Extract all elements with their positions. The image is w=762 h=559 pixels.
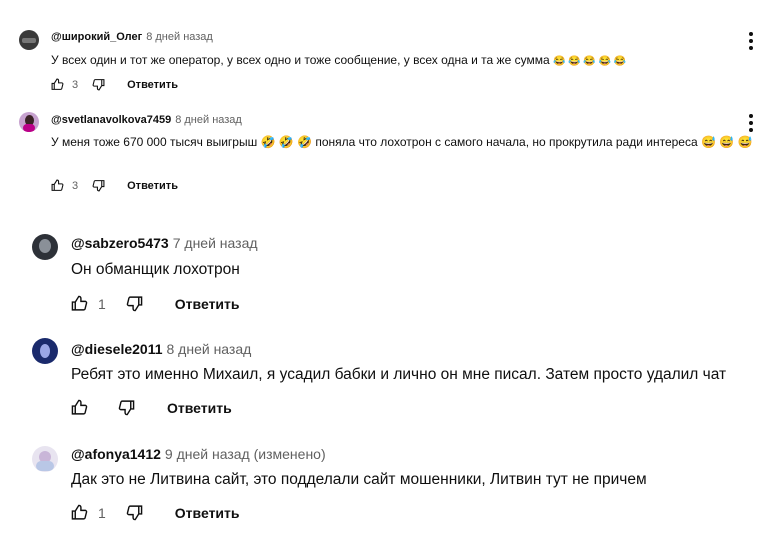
comment: @sabzero5473 7 дней назад Он обманщик лох… [0,220,762,325]
like-button[interactable]: 3 [51,78,78,91]
timestamp[interactable]: 8 дней назад [167,341,252,357]
like-count: 1 [98,504,106,521]
like-button[interactable]: 3 [51,179,78,192]
like-count: 3 [72,78,79,91]
timestamp[interactable]: 9 дней назад (изменено) [165,446,326,462]
action-bar: 3 Ответить [51,78,178,91]
comment-header: @diesele2011 8 дней назад [71,341,251,357]
avatar[interactable] [32,234,58,260]
action-bar: 3 Ответить [51,179,178,192]
like-button[interactable]: 1 [71,295,106,312]
reply-button[interactable]: Ответить [127,79,178,91]
dislike-icon[interactable] [92,78,105,91]
comment-header: @svetlanavolkova7459 8 дней назад [51,114,242,126]
comment-text: Ребят это именно Михаил, я усадил бабки … [71,366,727,383]
comment-header: @afonya1412 9 дней назад (изменено) [71,446,326,462]
like-icon [71,504,88,520]
like-count: 3 [72,179,79,192]
dislike-icon[interactable] [126,504,143,521]
comment: @diesele2011 8 дней назад Ребят это именн… [0,325,762,430]
avatar[interactable] [19,30,39,50]
timestamp[interactable]: 7 дней назад [173,235,258,251]
like-button[interactable]: 1 [71,504,106,521]
author-name[interactable]: @sabzero5473 [71,235,169,251]
like-icon [51,179,64,191]
more-vert-icon[interactable] [749,32,753,53]
author-name[interactable]: @afonya1412 [71,446,161,462]
dislike-icon[interactable] [118,399,135,416]
author-name[interactable]: @svetlanavolkova7459 [51,114,171,126]
reply-button[interactable]: Ответить [127,180,178,192]
comment-text: У всех один и тот же оператор, у всех од… [51,53,627,67]
action-bar: 1 Ответить [71,504,240,521]
reply-button[interactable]: Ответить [175,505,240,521]
comment-header: @sabzero5473 7 дней назад [71,235,258,251]
comment: @svetlanavolkova7459 8 дней назад У меня … [0,100,762,205]
comment-header: @широкий_Олег 8 дней назад [51,31,213,43]
comment: @широкий_Олег 8 дней назад У всех один и … [0,0,762,100]
like-count: 1 [98,295,106,312]
comment: @afonya1412 9 дней назад (изменено) Дак э… [0,430,762,535]
avatar[interactable] [32,446,58,472]
dislike-icon[interactable] [92,179,105,192]
comment-text: У меня тоже 670 000 тысяч выигрыш 🤣 🤣 🤣 … [51,135,753,149]
author-name[interactable]: @diesele2011 [71,341,163,357]
like-icon [71,399,88,415]
reply-button[interactable]: Ответить [167,400,232,416]
timestamp[interactable]: 8 дней назад [146,31,213,43]
reply-button[interactable]: Ответить [175,296,240,312]
comment-text: Дак это не Литвина сайт, это подделали с… [71,471,647,488]
avatar[interactable] [32,338,58,364]
comment-text: Он обманщик лохотрон [71,261,240,278]
action-bar: 1 Ответить [71,295,240,312]
timestamp[interactable]: 8 дней назад [175,114,242,126]
like-icon [51,78,64,90]
more-vert-icon[interactable] [749,114,753,135]
like-button[interactable] [71,399,98,416]
avatar[interactable] [19,112,39,132]
author-name[interactable]: @широкий_Олег [51,31,142,43]
action-bar: Ответить [71,399,232,416]
emoji: 😂 😂 😂 😂 😂 [552,56,627,67]
like-icon [71,295,88,311]
dislike-icon[interactable] [126,295,143,312]
